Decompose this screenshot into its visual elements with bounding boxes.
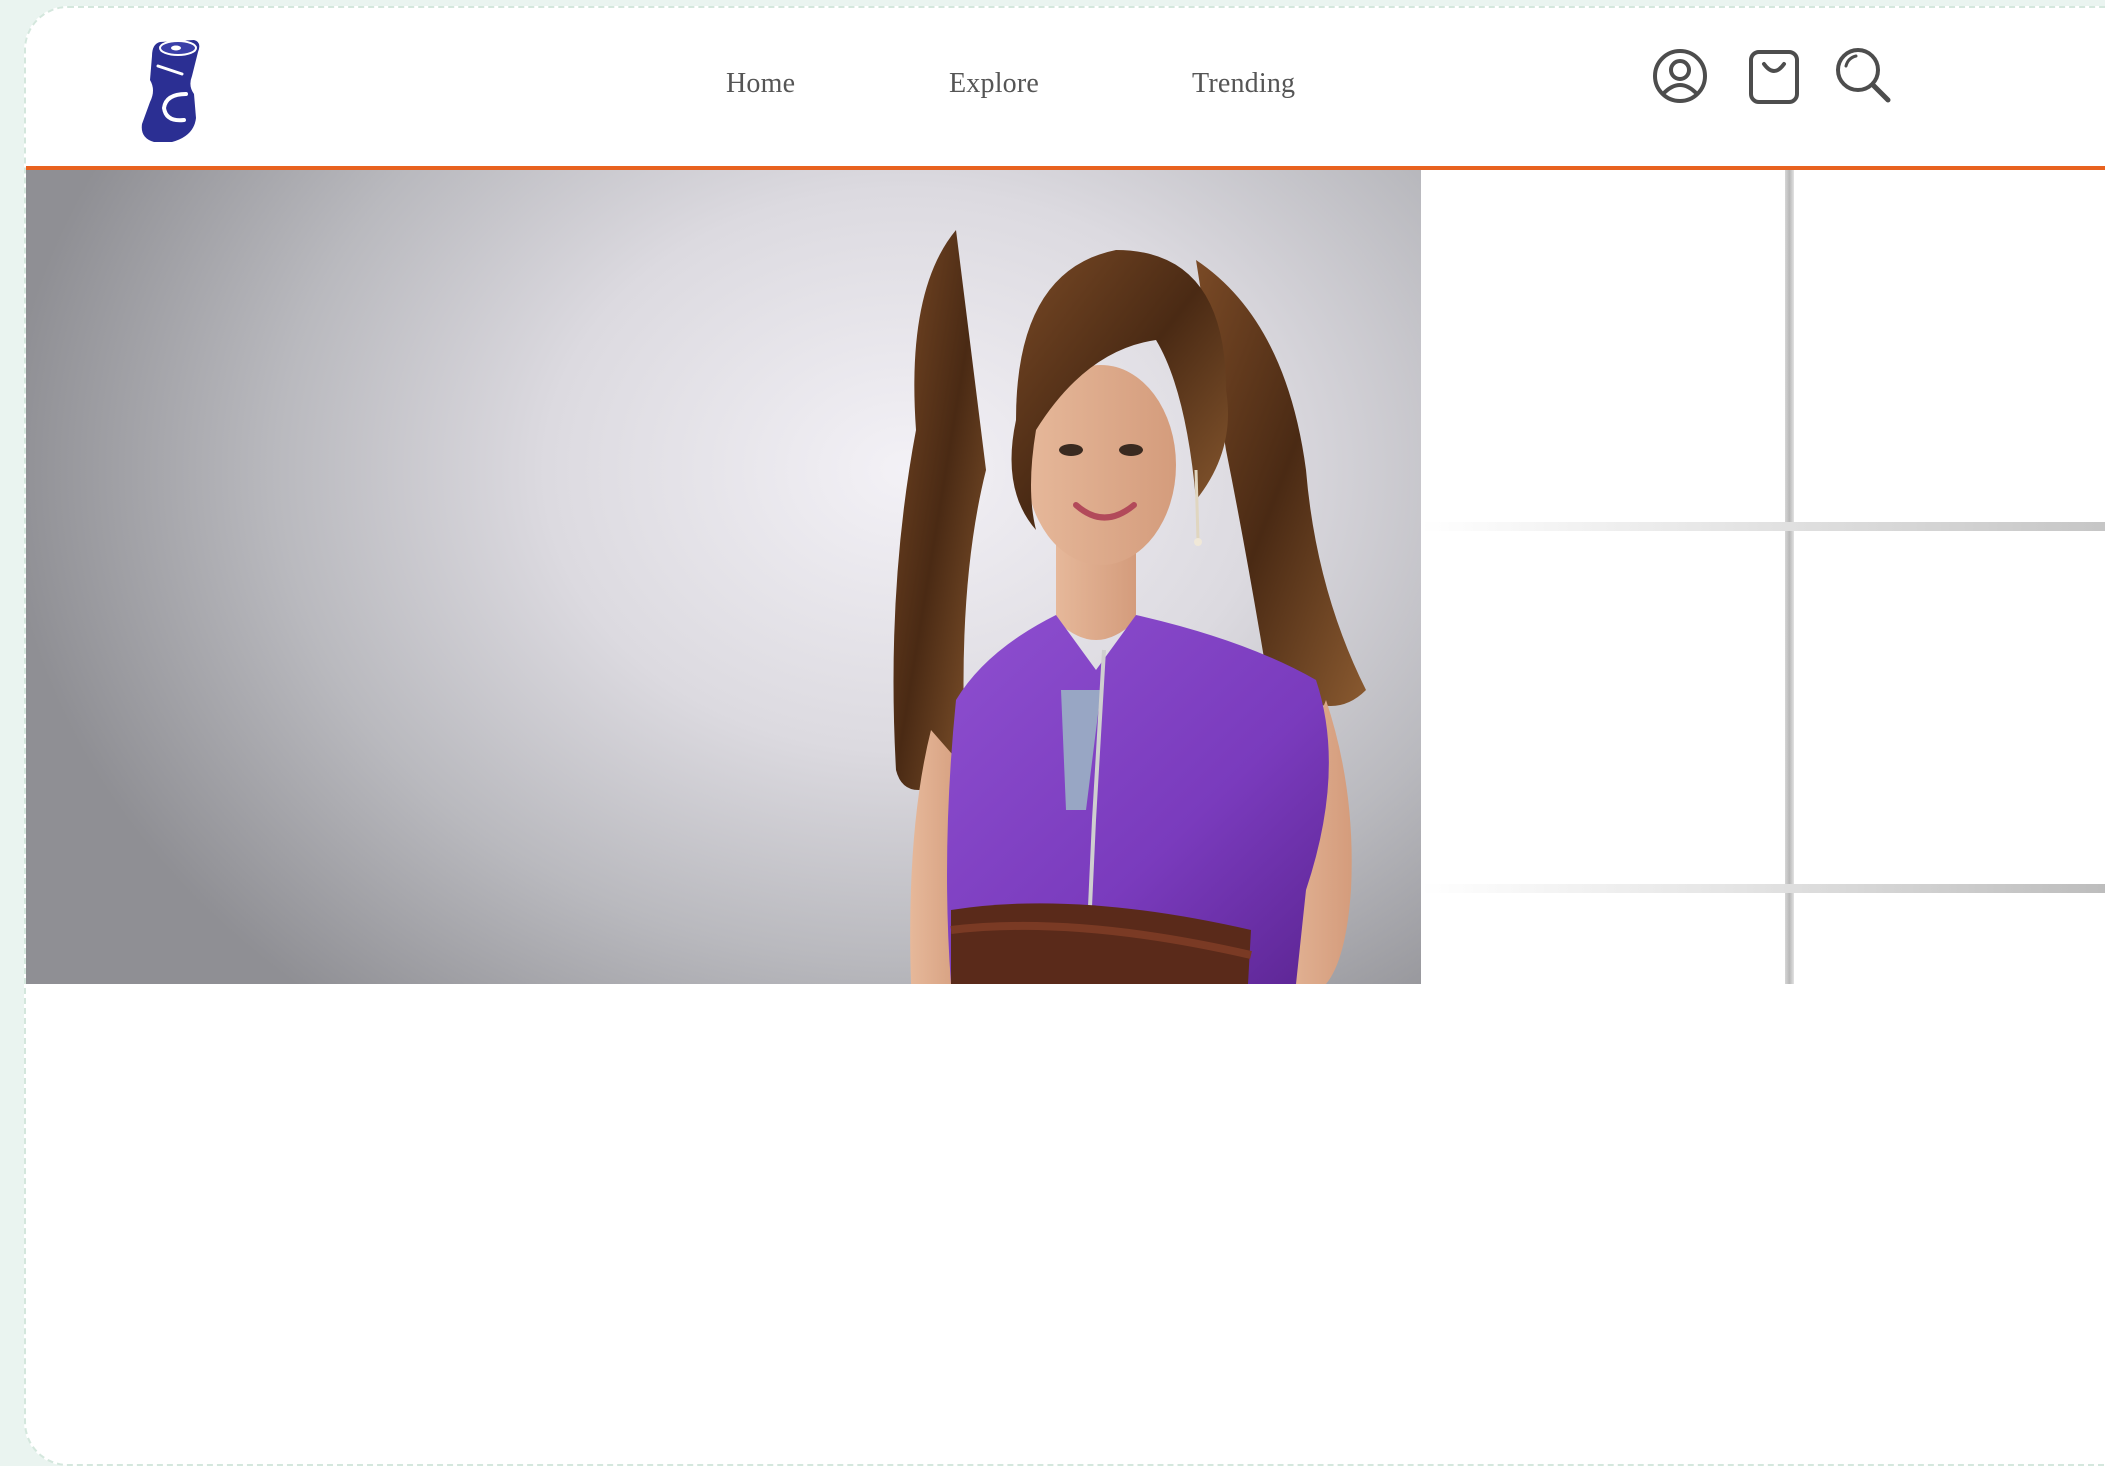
browser-viewport: Home Explore Trending <box>24 6 2105 1466</box>
nav-home-link[interactable]: Home <box>726 68 795 100</box>
shopping-bag-icon[interactable] <box>1742 44 1806 108</box>
hero-model-image <box>893 230 1366 984</box>
grid-divider-horizontal-top <box>1421 522 2105 531</box>
nav-explore-link[interactable]: Explore <box>949 68 1039 100</box>
account-icon[interactable] <box>1648 44 1712 108</box>
image-grid-placeholder <box>1421 170 2105 984</box>
grid-divider-vertical <box>1785 170 1794 984</box>
grid-divider-horizontal-bottom <box>1421 884 2105 893</box>
site-header: Home Explore Trending <box>26 8 2105 170</box>
hero-banner[interactable] <box>26 170 1421 984</box>
nav-trending-link[interactable]: Trending <box>1192 68 1295 100</box>
search-icon[interactable] <box>1832 44 1896 108</box>
crushed-can-logo[interactable] <box>132 36 212 146</box>
